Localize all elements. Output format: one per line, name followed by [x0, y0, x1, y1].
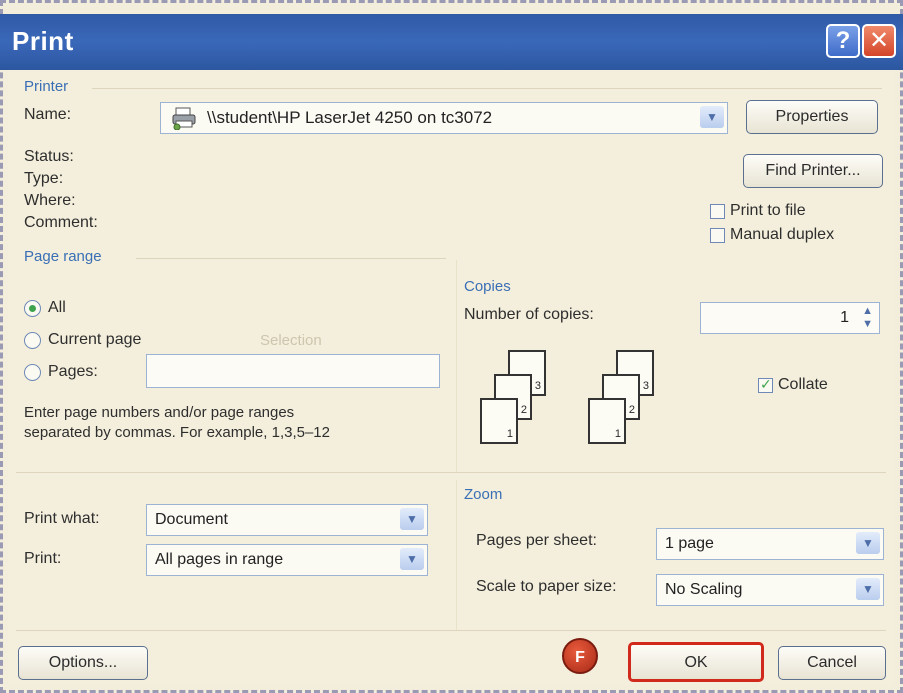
name-label: Name:: [24, 106, 72, 123]
type-label: Type:: [24, 170, 64, 187]
print-what-value: Document: [155, 511, 228, 528]
page-range-group-rule: [136, 258, 446, 259]
print-label: Print:: [24, 550, 62, 567]
page-icon-1: 1: [480, 398, 518, 444]
current-page-label: Current page: [48, 331, 142, 348]
pages-per-sheet-label: Pages per sheet:: [476, 532, 597, 549]
copies-divider: [456, 260, 457, 472]
cancel-button[interactable]: Cancel: [778, 646, 886, 680]
pages-radio[interactable]: [24, 364, 41, 381]
status-label: Status:: [24, 148, 74, 165]
dialog-body: Printer Name: \\student\HP LaserJet 4250…: [8, 70, 895, 685]
printer-icon: [171, 106, 197, 131]
collate-checkbox[interactable]: ✓: [758, 376, 773, 393]
selection-label: Selection: [260, 332, 322, 349]
printer-name-value: \\student\HP LaserJet 4250 on tc3072: [207, 108, 493, 127]
printer-group-rule: [92, 88, 882, 89]
page-range-hint-line1: Enter page numbers and/or page ranges: [24, 404, 295, 421]
properties-button[interactable]: Properties: [746, 100, 878, 134]
scale-to-paper-select[interactable]: No Scaling ▼: [656, 574, 884, 606]
chevron-down-icon[interactable]: ▼: [856, 532, 880, 554]
pages-per-sheet-value: 1 page: [665, 535, 714, 552]
manual-duplex-label: Manual duplex: [730, 226, 835, 243]
spinner-arrows-icon[interactable]: ▲ ▼: [862, 305, 873, 331]
zoom-divider: [456, 480, 457, 630]
title-bar: Print ? ✕: [0, 14, 903, 70]
number-of-copies-input[interactable]: 1 ▲ ▼: [700, 302, 880, 334]
current-page-radio[interactable]: [24, 332, 41, 349]
close-button[interactable]: ✕: [862, 24, 896, 58]
all-label: All: [48, 299, 66, 316]
number-of-copies-value: 1: [840, 309, 849, 326]
printer-group-title: Printer: [24, 78, 69, 95]
pages-label: Pages:: [48, 363, 98, 380]
page-range-hint-line2: separated by commas. For example, 1,3,5–…: [24, 424, 330, 441]
pages-per-sheet-select[interactable]: 1 page ▼: [656, 528, 884, 560]
print-to-file-checkbox[interactable]: [710, 204, 725, 219]
manual-duplex-checkbox[interactable]: [710, 228, 725, 243]
print-to-file-label: Print to file: [730, 202, 806, 219]
step-marker: F: [562, 638, 598, 674]
page-icon-1: 1: [588, 398, 626, 444]
find-printer-button[interactable]: Find Printer...: [743, 154, 883, 188]
copies-group-title: Copies: [464, 278, 511, 295]
zoom-group-title: Zoom: [464, 486, 503, 503]
chevron-down-icon[interactable]: ▼: [856, 578, 880, 600]
collate-label: Collate: [778, 376, 828, 393]
comment-label: Comment:: [24, 214, 98, 231]
options-button[interactable]: Options...: [18, 646, 148, 680]
printer-name-select[interactable]: \\student\HP LaserJet 4250 on tc3072 ▼: [160, 102, 728, 134]
scale-to-paper-value: No Scaling: [665, 581, 743, 598]
chevron-down-icon[interactable]: ▼: [400, 508, 424, 530]
number-of-copies-label: Number of copies:: [464, 306, 594, 323]
radio-selected-dot: [29, 305, 36, 312]
print-select[interactable]: All pages in range ▼: [146, 544, 428, 576]
page-range-group-title: Page range: [24, 248, 102, 265]
chevron-down-icon[interactable]: ▼: [700, 106, 724, 128]
where-label: Where:: [24, 192, 76, 209]
print-what-select[interactable]: Document ▼: [146, 504, 428, 536]
window-title: Print: [12, 26, 74, 56]
print-value: All pages in range: [155, 551, 284, 568]
collate-pages-illustration-1: 3 2 1: [480, 348, 580, 458]
all-radio[interactable]: [24, 300, 41, 317]
check-icon: ✓: [760, 376, 772, 392]
pages-input[interactable]: [146, 354, 440, 388]
chevron-down-icon[interactable]: ▼: [400, 548, 424, 570]
collate-pages-illustration-2: 3 2 1: [588, 348, 688, 458]
footer-rule: [16, 630, 886, 631]
print-what-label: Print what:: [24, 510, 100, 527]
scale-to-paper-label: Scale to paper size:: [476, 578, 617, 595]
ok-button[interactable]: OK: [628, 642, 764, 682]
help-button[interactable]: ?: [826, 24, 860, 58]
lower-section-rule: [16, 472, 886, 473]
